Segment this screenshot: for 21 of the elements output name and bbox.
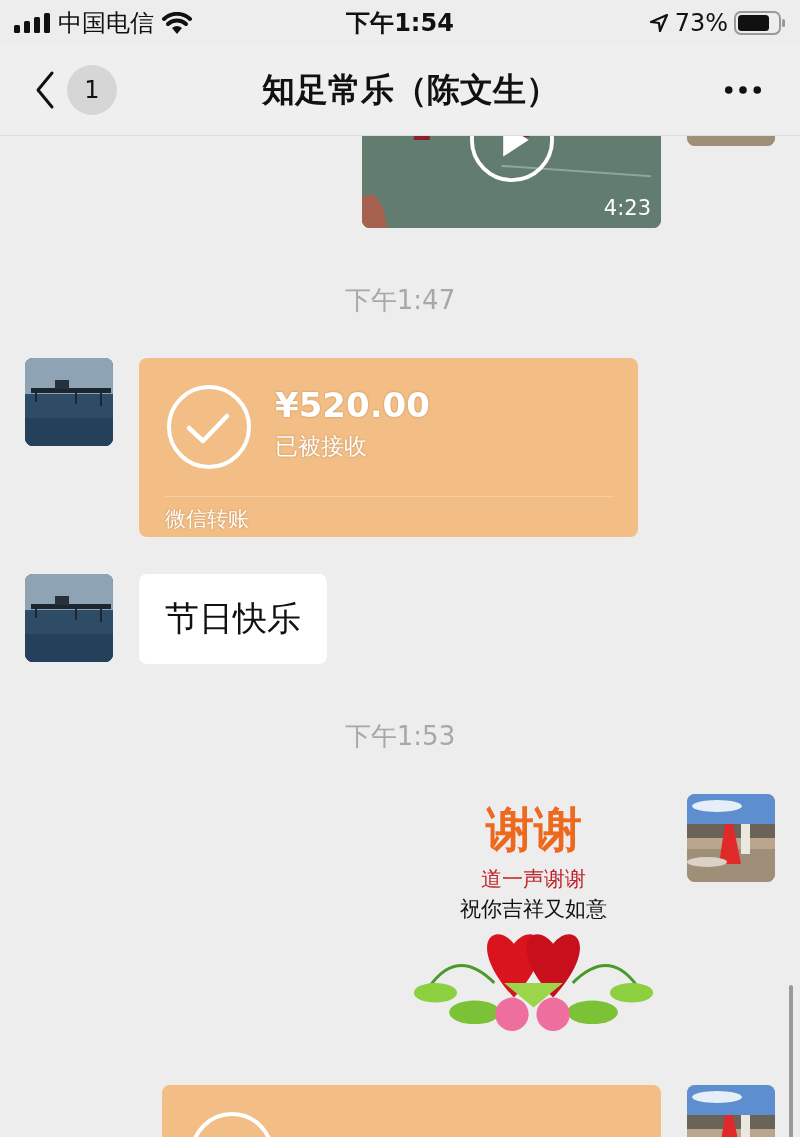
unread-count-badge[interactable]: 1	[67, 65, 117, 115]
chat-title: 知足常乐（陈文生）	[261, 68, 560, 111]
timestamp: 下午1:47	[344, 285, 456, 315]
more-icon[interactable]	[724, 85, 762, 95]
transfer-label: 微信转账	[165, 506, 250, 533]
check-circle-icon	[165, 383, 253, 471]
location-arrow-icon	[648, 12, 669, 33]
video-duration: 4:23	[603, 196, 651, 220]
video-message[interactable]: 4:23	[362, 136, 661, 228]
timestamp: 下午1:53	[344, 721, 456, 751]
sticker[interactable]: 谢谢 道一声谢谢 祝你吉祥又如意	[406, 794, 661, 1032]
status-time: 下午1:54	[346, 7, 454, 39]
transfer-status: 已被接收	[275, 431, 368, 461]
battery-percent: 73%	[674, 8, 728, 37]
transfer-amount: ¥520.00	[275, 384, 430, 425]
signal-icon	[14, 12, 50, 33]
message-bubble[interactable]: 节日快乐	[139, 574, 327, 664]
wifi-icon	[162, 11, 192, 34]
battery-icon	[734, 10, 786, 35]
carrier-name: 中国电信	[58, 7, 154, 39]
back-icon[interactable]	[35, 70, 55, 110]
